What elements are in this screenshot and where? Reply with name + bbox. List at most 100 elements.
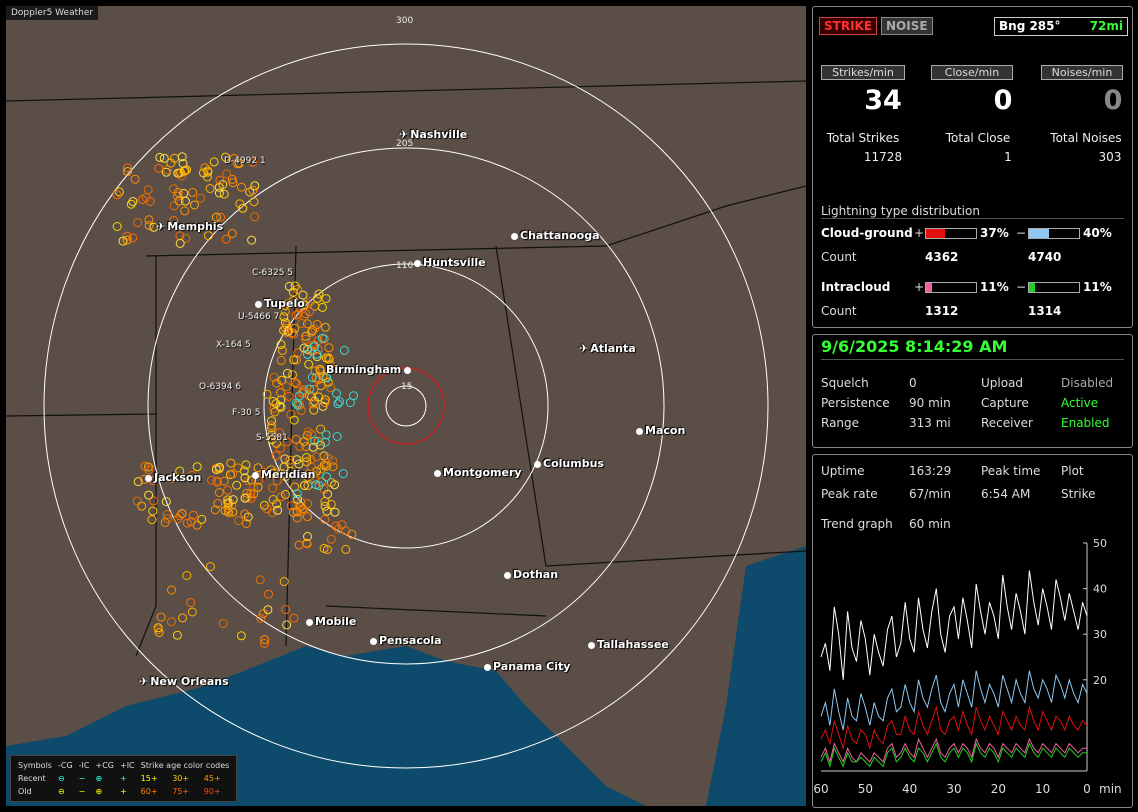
strike-marker bbox=[169, 201, 179, 211]
range-label: Range bbox=[821, 416, 860, 430]
strike-marker bbox=[237, 182, 246, 192]
city-dothan[interactable]: Dothan bbox=[504, 568, 558, 581]
city-new-orleans[interactable]: ✈ New Orleans bbox=[139, 675, 229, 688]
cg-count-label: Count bbox=[821, 250, 857, 264]
strike-marker bbox=[318, 302, 327, 312]
strike-marker bbox=[178, 613, 187, 623]
city-pensacola[interactable]: Pensacola bbox=[370, 634, 442, 647]
city-memphis[interactable]: ✈ Memphis bbox=[156, 220, 223, 233]
y-tick-label: 20 bbox=[1093, 674, 1107, 687]
ic-plus-sign: + bbox=[914, 280, 925, 294]
strike-marker bbox=[294, 540, 304, 550]
strike-marker bbox=[214, 488, 224, 497]
y-tick-label: 50 bbox=[1093, 537, 1107, 550]
trend-graph-value[interactable]: 60 min bbox=[909, 517, 951, 531]
strike-marker bbox=[341, 544, 351, 554]
strike-stats-panel: STRIKE NOISE Bng 285° 72mi Strikes/min C… bbox=[812, 6, 1133, 328]
strike-marker bbox=[301, 442, 311, 451]
close-per-min-value: 0 bbox=[993, 85, 1013, 116]
strike-marker bbox=[280, 454, 290, 464]
city-columbus[interactable]: Columbus bbox=[534, 457, 604, 470]
squelch-label: Squelch bbox=[821, 376, 869, 390]
airport-icon: ✈ bbox=[139, 675, 149, 688]
strike-marker bbox=[281, 382, 291, 391]
total-close-value: 1 bbox=[1004, 150, 1012, 164]
strikes-per-min-label: Strikes/min bbox=[821, 65, 905, 80]
airport-icon: ✈ bbox=[156, 220, 166, 233]
strike-marker bbox=[279, 577, 289, 586]
airport-icon: ✈ bbox=[399, 128, 409, 141]
strike-marker bbox=[144, 490, 154, 500]
ic-count-label: Count bbox=[821, 304, 857, 318]
strike-button[interactable]: STRIKE bbox=[819, 17, 878, 35]
trend-series-line bbox=[820, 742, 1087, 769]
city-dot-icon bbox=[414, 259, 421, 267]
strike-marker bbox=[167, 585, 176, 595]
city-nashville[interactable]: ✈ Nashville bbox=[399, 128, 467, 141]
total-noises-value: 303 bbox=[1098, 150, 1122, 164]
city-macon[interactable]: Macon bbox=[636, 424, 685, 437]
city-meridian[interactable]: Meridian bbox=[252, 468, 316, 481]
storm-label[interactable]: X-164 5 bbox=[216, 340, 251, 350]
city-dot-icon bbox=[588, 641, 595, 649]
city-dot-icon bbox=[370, 637, 377, 645]
strike-marker bbox=[154, 628, 164, 637]
city-dot-icon bbox=[504, 571, 511, 579]
strike-marker bbox=[143, 185, 153, 195]
strike-marker bbox=[112, 222, 122, 231]
strike-marker bbox=[182, 571, 192, 580]
noise-button[interactable]: NOISE bbox=[881, 17, 933, 35]
strike-marker bbox=[223, 485, 233, 495]
old-pos-ic-icon: + bbox=[119, 787, 127, 796]
city-tallahassee[interactable]: Tallahassee bbox=[588, 638, 669, 651]
lightning-map[interactable]: Doppler5 Weather 300 205 110 15 ✈ Nashvil… bbox=[6, 6, 806, 806]
plot-value[interactable]: Strike bbox=[1061, 487, 1096, 501]
y-tick-label: 30 bbox=[1093, 628, 1107, 641]
strike-marker bbox=[235, 199, 245, 209]
squelch-value: 0 bbox=[909, 376, 917, 390]
strike-marker bbox=[255, 575, 265, 585]
x-tick-label: 60 bbox=[813, 782, 828, 796]
strike-marker bbox=[133, 218, 143, 228]
strike-marker bbox=[281, 605, 291, 614]
storm-label[interactable]: S-5581 bbox=[256, 433, 288, 443]
city-birmingham[interactable]: Birmingham bbox=[326, 363, 413, 376]
cg-positive-count: 4362 bbox=[925, 250, 959, 264]
storm-label[interactable]: O-6394 6 bbox=[199, 382, 241, 392]
city-dot-icon bbox=[404, 366, 412, 374]
peak-time-label: Peak time bbox=[981, 464, 1041, 478]
ic-positive-pct: 11% bbox=[980, 280, 1009, 294]
storm-label[interactable]: C-6325 5 bbox=[252, 268, 293, 278]
noises-per-min-label: Noises/min bbox=[1041, 65, 1123, 80]
range-value: 313 mi bbox=[909, 416, 951, 430]
strike-marker bbox=[304, 359, 314, 369]
storm-label[interactable]: U-5466 7 bbox=[238, 312, 279, 322]
strike-marker bbox=[277, 345, 287, 355]
strike-marker bbox=[190, 200, 199, 210]
strike-marker bbox=[154, 163, 164, 173]
strike-marker bbox=[234, 516, 244, 526]
uptime-label: Uptime bbox=[821, 464, 865, 478]
recent-strike-marker bbox=[335, 397, 345, 407]
total-noises-label: Total Noises bbox=[1050, 131, 1122, 145]
city-huntsville[interactable]: Huntsville bbox=[414, 256, 486, 269]
distribution-underline bbox=[821, 218, 1124, 219]
city-mobile[interactable]: Mobile bbox=[306, 615, 356, 628]
city-jackson[interactable]: Jackson bbox=[145, 471, 201, 484]
storm-label[interactable]: D-4992 1 bbox=[224, 156, 266, 166]
strike-marker bbox=[330, 507, 340, 517]
cg-minus-sign: − bbox=[1016, 226, 1027, 240]
strike-marker bbox=[312, 319, 322, 329]
city-atlanta[interactable]: ✈ Atlanta bbox=[579, 342, 636, 355]
recent-pos-ic-icon: + bbox=[119, 774, 127, 783]
city-montgomery[interactable]: Montgomery bbox=[434, 466, 522, 479]
city-panama-city[interactable]: Panama City bbox=[484, 660, 570, 673]
cg-positive-fill bbox=[926, 229, 945, 238]
ic-positive-bar bbox=[925, 282, 977, 293]
city-dot-icon bbox=[484, 663, 491, 671]
storm-label[interactable]: F-30 5 bbox=[232, 408, 260, 418]
recent-strike-marker bbox=[322, 472, 331, 482]
city-tupelo[interactable]: Tupelo bbox=[255, 297, 305, 310]
city-chattanooga[interactable]: Chattanooga bbox=[511, 229, 600, 242]
strike-marker bbox=[188, 187, 198, 197]
